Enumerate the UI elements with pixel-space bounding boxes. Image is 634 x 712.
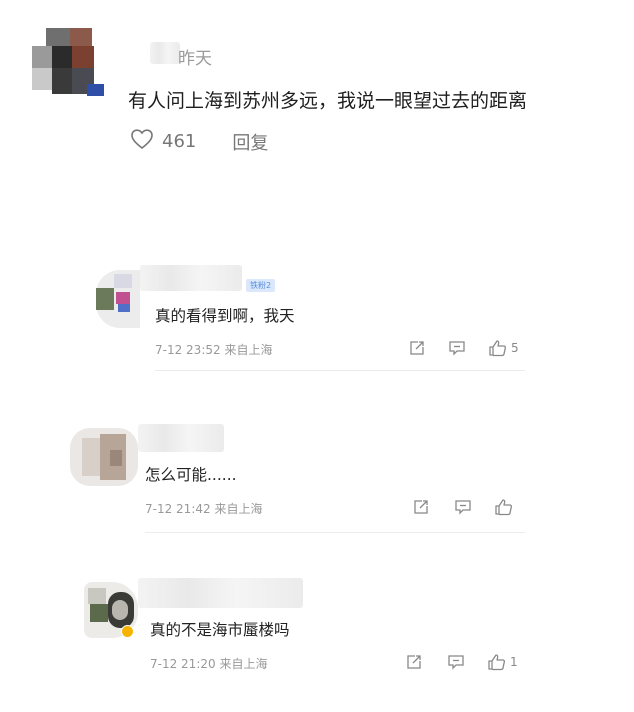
main-comment-actions: 461 回复 — [130, 128, 268, 155]
reply-actions: 5 — [408, 339, 519, 357]
main-username-blur — [150, 42, 180, 64]
reply-like-count: 1 — [510, 655, 518, 669]
main-like-count: 461 — [162, 131, 197, 152]
reply-text: 真的不是海市蜃楼吗 — [150, 621, 290, 639]
comment-icon[interactable] — [448, 340, 466, 356]
reply-actions — [412, 498, 517, 516]
comment-icon[interactable] — [454, 499, 472, 515]
share-icon[interactable] — [412, 499, 430, 515]
reply-meta: 7-12 21:42 来自上海 — [145, 502, 263, 516]
main-username[interactable]: 昨天 — [178, 44, 212, 69]
main-reply-button[interactable]: 回复 — [232, 129, 268, 155]
fan-badge: 铁粉2 — [246, 279, 276, 292]
main-like-button[interactable]: 461 — [130, 128, 196, 155]
reply-avatar[interactable] — [70, 428, 138, 486]
share-icon[interactable] — [405, 654, 423, 670]
reply-text: 真的看得到啊，我天 — [155, 307, 295, 325]
divider — [145, 532, 525, 533]
reply-like-count: 5 — [511, 341, 519, 355]
reply-meta: 7-12 21:20 来自上海 — [150, 657, 268, 671]
reply-meta: 7-12 23:52 来自上海 — [155, 343, 273, 357]
thumb-up-icon[interactable] — [487, 653, 507, 671]
share-icon[interactable] — [408, 340, 426, 356]
thumb-up-icon[interactable] — [488, 339, 508, 357]
reply-username-blur — [140, 265, 242, 291]
divider — [155, 370, 525, 371]
reply-actions: 1 — [405, 653, 518, 671]
reply-avatar[interactable] — [90, 270, 140, 328]
thumb-up-icon[interactable] — [494, 498, 514, 516]
main-avatar[interactable] — [32, 28, 104, 104]
reply-text: 怎么可能...... — [145, 466, 237, 484]
verified-badge-icon — [121, 625, 134, 638]
reply-username-blur — [138, 578, 303, 608]
comment-icon[interactable] — [447, 654, 465, 670]
main-comment-text: 有人问上海到苏州多远，我说一眼望过去的距离 — [128, 90, 528, 112]
heart-icon — [130, 128, 154, 155]
reply-username-blur — [138, 424, 224, 452]
